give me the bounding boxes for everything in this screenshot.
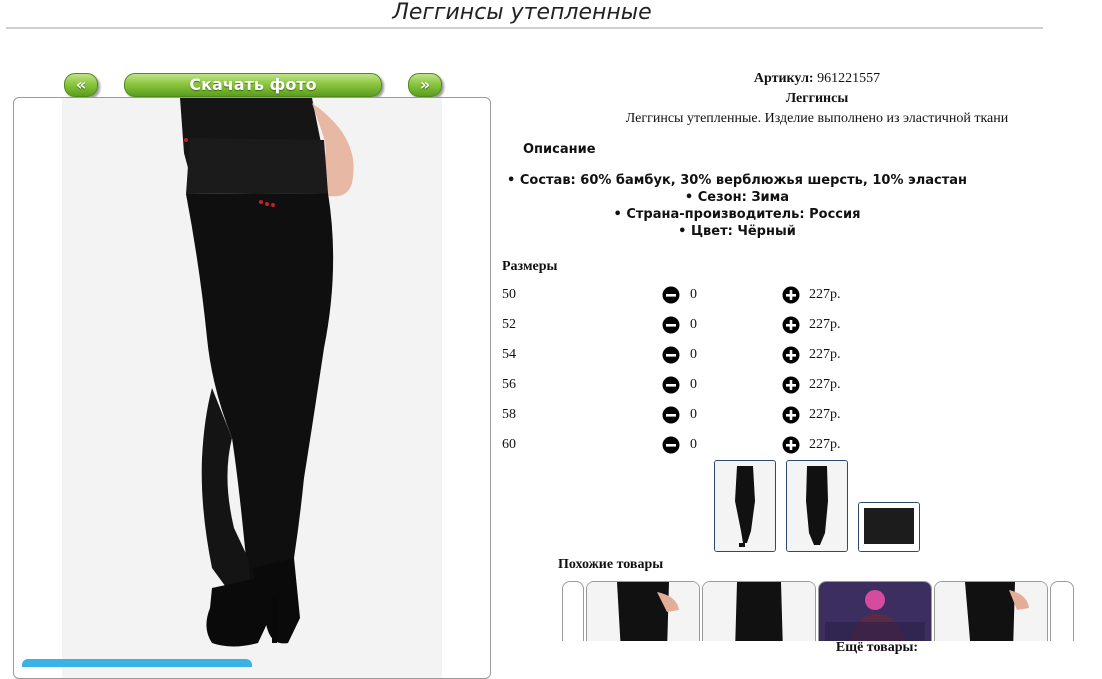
size-row: 60 0 227р. [502, 435, 862, 455]
size-row: 58 0 227р. [502, 405, 862, 425]
decrease-qty-icon[interactable] [662, 406, 680, 424]
attribute-composition: Состав: 60% бамбук, 30% верблюжья шерсть… [474, 172, 1000, 189]
size-label: 56 [502, 377, 516, 392]
sizes-heading: Размеры [502, 259, 558, 274]
qty-value: 0 [690, 317, 697, 332]
size-price: 227р. [809, 407, 841, 422]
size-price: 227р. [809, 437, 841, 452]
qty-value: 0 [690, 407, 697, 422]
decrease-qty-icon[interactable] [662, 316, 680, 334]
size-label: 58 [502, 407, 516, 422]
decrease-qty-icon[interactable] [662, 346, 680, 364]
size-price: 227р. [809, 377, 841, 392]
product-short-name: Леггинсы [785, 91, 849, 106]
size-row: 50 0 227р. [502, 285, 862, 305]
article-label: Артикул: [753, 71, 814, 86]
increase-qty-icon[interactable] [782, 406, 800, 424]
increase-qty-icon[interactable] [782, 286, 800, 304]
decrease-qty-icon[interactable] [662, 376, 680, 394]
increase-qty-icon[interactable] [782, 436, 800, 454]
title-divider [6, 27, 1043, 29]
size-label: 54 [502, 347, 516, 362]
size-price: 227р. [809, 347, 841, 362]
product-long-description: Леггинсы утепленные. Изделие выполнено и… [625, 111, 1009, 126]
similar-card[interactable] [934, 581, 1048, 641]
qty-value: 0 [690, 377, 697, 392]
decrease-qty-icon[interactable] [662, 436, 680, 454]
thumbnail-back[interactable] [786, 460, 848, 552]
similar-card[interactable] [586, 581, 700, 641]
size-label: 52 [502, 317, 516, 332]
similar-card-partial-right[interactable] [1050, 581, 1074, 641]
main-product-photo[interactable] [13, 97, 491, 679]
attribute-season: Сезон: Зима [474, 189, 1000, 206]
size-label: 50 [502, 287, 516, 302]
attribute-country: Страна-производитель: Россия [474, 206, 1000, 223]
similar-card[interactable] [702, 581, 816, 641]
qty-value: 0 [690, 437, 697, 452]
next-photo-button[interactable]: » [408, 73, 442, 97]
similar-heading: Похожие товары [558, 557, 664, 572]
thumbnail-fabric[interactable] [858, 502, 920, 552]
size-label: 60 [502, 437, 516, 452]
blue-tab-bar[interactable] [22, 659, 252, 667]
product-photo-image [62, 98, 442, 678]
page-title: Леггинсы утепленные [392, 0, 652, 25]
article-value: 961221557 [817, 71, 881, 86]
size-price: 227р. [809, 317, 841, 332]
qty-value: 0 [690, 287, 697, 302]
more-products-heading: Ещё товары: [835, 640, 919, 655]
similar-card-partial-left[interactable] [562, 581, 584, 641]
similar-products-carousel [562, 581, 1074, 641]
size-row: 54 0 227р. [502, 345, 862, 365]
size-row: 56 0 227р. [502, 375, 862, 395]
decrease-qty-icon[interactable] [662, 286, 680, 304]
size-row: 52 0 227р. [502, 315, 862, 335]
attribute-list: Состав: 60% бамбук, 30% верблюжья шерсть… [474, 172, 1000, 240]
download-photo-button[interactable]: Скачать фото [124, 73, 382, 97]
similar-card[interactable] [818, 581, 932, 641]
article-line: Артикул: 961221557 [500, 70, 1102, 88]
qty-value: 0 [690, 347, 697, 362]
attribute-color: Цвет: Чёрный [474, 223, 1000, 240]
size-price: 227р. [809, 287, 841, 302]
prev-photo-button[interactable]: « [64, 73, 98, 97]
increase-qty-icon[interactable] [782, 316, 800, 334]
thumbnail-front[interactable] [714, 460, 776, 552]
increase-qty-icon[interactable] [782, 376, 800, 394]
description-heading: Описание [523, 142, 596, 157]
increase-qty-icon[interactable] [782, 346, 800, 364]
